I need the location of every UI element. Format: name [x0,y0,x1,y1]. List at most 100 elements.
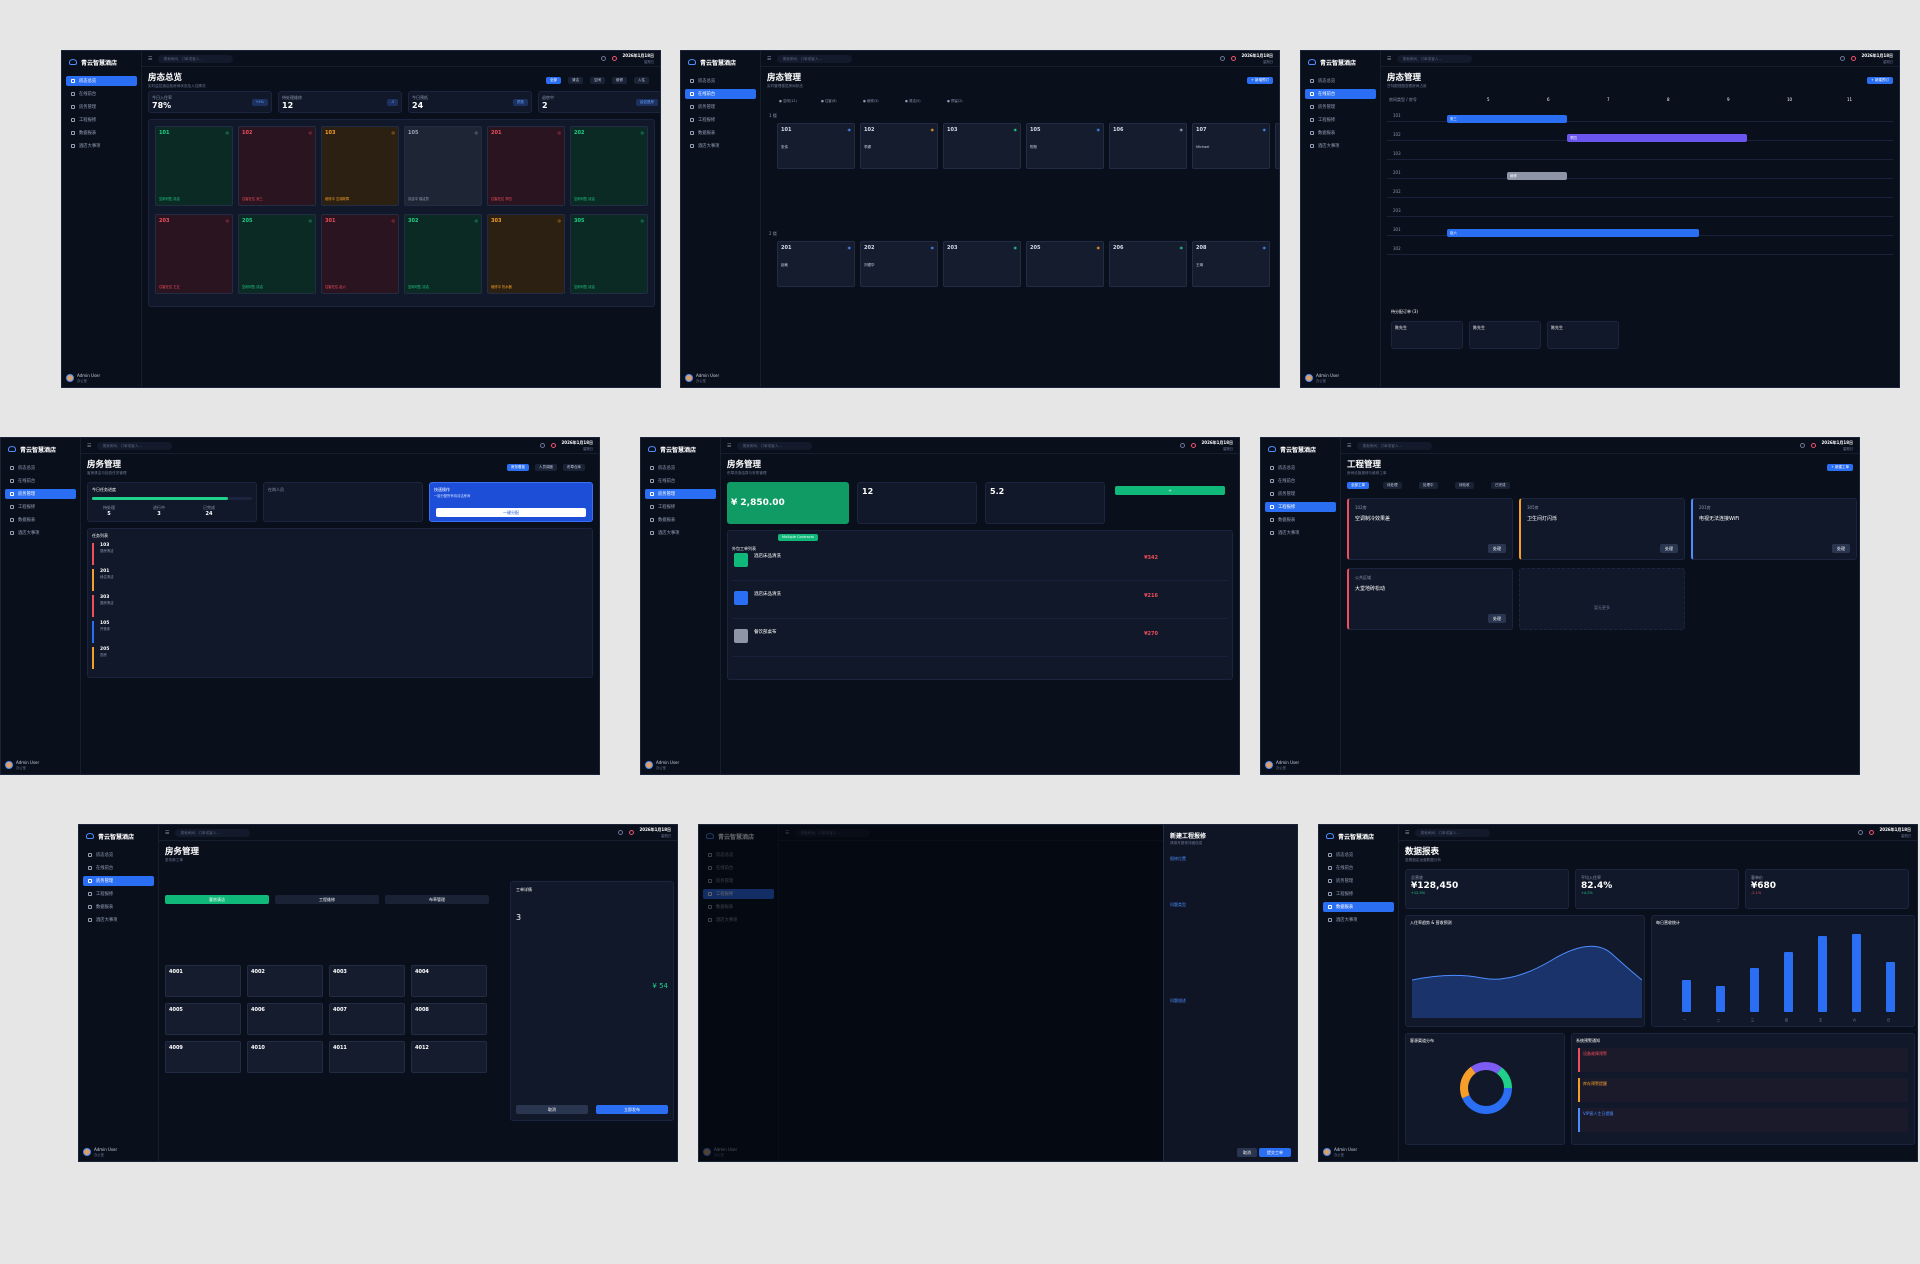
filter-tab[interactable]: 入住 [634,77,649,84]
booking-bar[interactable]: 赵六 [1447,229,1699,237]
sidebar-item[interactable]: 工程报修 [66,115,137,125]
notification-icon[interactable] [1810,443,1816,448]
settings-icon[interactable] [1839,56,1845,61]
submit-button[interactable]: 提交工单 [1259,1148,1291,1157]
tab[interactable]: 房务看板 [507,464,529,471]
sidebar-item[interactable]: 数据报表 [5,515,76,525]
sidebar-item[interactable]: 房务管理 [83,876,154,886]
sidebar-item[interactable]: 工程报修 [645,502,716,512]
sidebar-item[interactable]: 在线前台 [1305,89,1376,99]
handle-button[interactable]: 处理 [1488,544,1506,553]
sidebar-item[interactable]: 在线前台 [5,476,76,486]
room-tile[interactable]: 303 维修中 热水器 ◎ [487,214,565,294]
filter-tab[interactable]: 待验收 [1455,482,1474,489]
search-input[interactable]: 搜索房间、订单或客人... [1357,441,1433,450]
sidebar-item[interactable]: 工程报修 [1265,502,1336,512]
handle-button[interactable]: 处理 [1660,544,1678,553]
sidebar-item[interactable]: 房态总览 [1265,463,1336,473]
room-tile[interactable]: 4002 [247,965,323,997]
settings-icon[interactable] [1857,830,1863,835]
filter-tab[interactable]: 维修 [612,77,627,84]
room-tile[interactable]: 305 空闲可售 清洁 ◎ [570,214,648,294]
sidebar-item[interactable]: 房务管理 [5,489,76,499]
sidebar-item[interactable]: 房务管理 [685,102,756,112]
menu-icon[interactable]: ☰ [727,443,731,449]
menu-icon[interactable]: ☰ [165,830,169,836]
order-card[interactable]: 陈先生 [1469,321,1541,349]
user-profile[interactable]: Admin User办公室 [685,373,719,383]
menu-icon[interactable]: ☰ [87,443,91,449]
sidebar-item[interactable]: 酒店大事项 [1323,915,1394,925]
room-tile[interactable]: 205 空闲可售 清洁 ◎ [238,214,316,294]
room-tile[interactable]: 4009 [165,1041,241,1073]
room-tile[interactable]: 101 空闲可售 清洁 ◎ [155,126,233,206]
sidebar-item[interactable]: 酒店大事项 [1305,141,1376,151]
filter-tab[interactable]: 全部工单 [1347,482,1369,489]
sidebar-item[interactable]: 数据报表 [66,128,137,138]
sidebar-item[interactable]: 在线前台 [1265,476,1336,486]
settings-icon[interactable] [1179,443,1185,448]
add-booking-button[interactable]: + 新建预订 [1866,77,1893,84]
booking-bar[interactable]: 李四 [1567,134,1747,142]
settings-icon[interactable] [600,56,606,61]
room-tile[interactable]: 4010 [247,1041,323,1073]
notification-icon[interactable] [1190,443,1196,448]
settings-icon[interactable] [1219,56,1225,61]
sidebar-item[interactable]: 工程报修 [83,889,154,899]
room-tile[interactable]: 203 ◉ [943,241,1021,287]
room-tile[interactable]: 4004 [411,965,487,997]
room-tile[interactable]: 105 清洁中 保洁员 ◎ [404,126,482,206]
room-tile[interactable]: 203 住客在住 王五 ◎ [155,214,233,294]
task-row[interactable]: 303 退房清洁 [92,595,588,617]
user-profile[interactable]: Admin User办公室 [5,760,39,770]
room-tile[interactable]: 105 陈默 ◉ [1026,123,1104,169]
work-order-card[interactable]: 201房 电视无法连接WiFi 处理 [1691,498,1857,560]
sidebar-item[interactable]: 在线前台 [685,89,756,99]
room-tile[interactable]: 4003 [329,965,405,997]
sidebar-item[interactable]: 房态总览 [66,76,137,86]
room-tile[interactable]: 201 赵敏 ◉ [777,241,855,287]
sidebar-item[interactable]: 房态总览 [5,463,76,473]
user-profile[interactable]: Admin User办公室 [1265,760,1299,770]
task-row[interactable]: 201 续住清洁 [92,569,588,591]
room-tile[interactable]: 202 空闲可售 清洁 ◎ [570,126,648,206]
user-profile[interactable]: Admin User办公室 [66,373,100,383]
search-input[interactable]: 搜索房间、订单或客人... [97,441,173,450]
sidebar-item[interactable]: 工程报修 [1305,115,1376,125]
user-profile[interactable]: Admin User办公室 [83,1147,117,1157]
room-tile[interactable]: 208 王琳 ◉ [1192,241,1270,287]
menu-icon[interactable]: ☰ [1405,830,1409,836]
sidebar-item[interactable]: 在线前台 [83,863,154,873]
room-tile[interactable]: 103 维修中 空调故障 ◎ [321,126,399,206]
menu-icon[interactable]: ☰ [767,56,771,62]
room-tile[interactable]: 4008 [411,1003,487,1035]
search-input[interactable]: 搜索房间、订单或客人... [1415,828,1491,837]
room-tile[interactable]: 107 Michael ◉ [1192,123,1270,169]
booking-bar[interactable]: 张三 [1447,115,1567,123]
search-input[interactable]: 搜索房间、订单或客人... [777,54,853,63]
work-order-row[interactable]: 酒店床品清洗 ¥216 [732,587,1228,619]
submit-button[interactable]: 立即发布 [596,1105,668,1114]
work-order-card[interactable]: 102房 空调制冷效果差 处理 [1347,498,1513,560]
work-order-card[interactable]: 305房 卫生间灯闪烁 处理 [1519,498,1685,560]
room-tile[interactable]: 201 住客在住 李四 ◎ [487,126,565,206]
sidebar-item[interactable]: 酒店大事项 [83,915,154,925]
handle-button[interactable]: 处理 [1832,544,1850,553]
sidebar-item[interactable]: 酒店大事项 [685,141,756,151]
menu-icon[interactable]: ☰ [1387,56,1391,62]
sidebar-item[interactable]: 房务管理 [1305,102,1376,112]
booking-bar[interactable]: 维修 [1507,172,1567,180]
work-order-row[interactable]: 餐饮部桌布 ¥270 [732,625,1228,657]
room-tile[interactable]: 4012 [411,1041,487,1073]
alert-item[interactable]: 库存预警提醒 [1578,1078,1908,1102]
room-tile[interactable]: 101 张伟 ◉ [777,123,855,169]
sidebar-item[interactable]: 房态总览 [83,850,154,860]
sidebar-item[interactable]: 工程报修 [5,502,76,512]
sidebar-item[interactable]: 数据报表 [1265,515,1336,525]
room-tile[interactable]: 102 李娜 ◉ [860,123,938,169]
settings-icon[interactable] [539,443,545,448]
menu-icon[interactable]: ☰ [1347,443,1351,449]
sidebar-item[interactable]: 工程报修 [1323,889,1394,899]
handle-button[interactable]: 处理 [1488,614,1506,623]
filter-tab[interactable]: 全部 [546,77,561,84]
